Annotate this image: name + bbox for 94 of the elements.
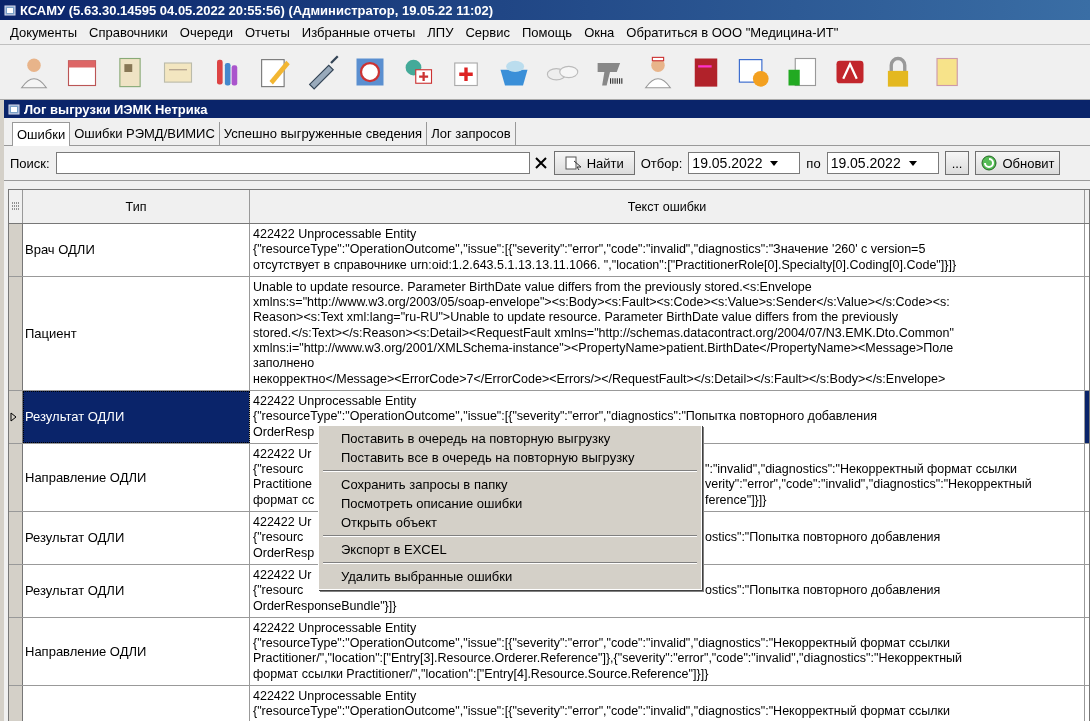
context-menu-item[interactable]: Экспорт в EXCEL — [321, 540, 699, 559]
refresh-icon — [980, 154, 999, 172]
app-window-icon — [8, 103, 20, 115]
clear-icon[interactable] — [533, 156, 548, 170]
error-text-line: xmlns:s="http://www.w3.org/2003/05/soap-envelope"><s:Body><s:Fault><s:Code><s:Value>s:Sender</s:Value></s:Code><s: — [253, 295, 950, 311]
type-cell: Результат ОДЛИ — [23, 512, 250, 564]
error-text-line: 422422 Unprocessable Entity — [253, 393, 417, 410]
error-text-line: {"resourc — [253, 530, 304, 545]
search-field[interactable] — [55, 152, 530, 174]
error-text-line: {"resourceType":"OperationOutcome","issue":[{"severity":"error","code":"invalid","diagnostics":"Некорректный формат ссылки — [253, 636, 951, 652]
window-title: КСАМУ (5.63.30.14595 04.05.2022 20:55:56) (Администратор, 19.05.22 11:02) — [20, 2, 494, 18]
context-menu-item[interactable]: Удалить выбранные ошибки — [321, 567, 699, 586]
error-text-line: {"resourc — [253, 583, 304, 598]
row-header[interactable] — [9, 686, 23, 721]
menu-item[interactable]: Документы — [4, 22, 83, 42]
menu-item[interactable]: Избранные отчеты — [295, 22, 422, 42]
error-text-line: stored.</s:Text></s:Reason><s:Detail><RequestFault xmlns="http://schemas.datacontract.org/2004/07/N3.EMK.Dto.Common" — [253, 325, 954, 342]
error-text-line: {"resourceType":"OperationOutcome","issue":[{"severity":"error","code":"invalid","diagnostics":"Значение '260' c version=5 — [253, 242, 926, 258]
error-text-line: формат ссылки Practitioner/","location":["Entry[4].Resource.Source.Reference"]}]} — [253, 666, 709, 682]
error-text-line: отсутствует в справочнике urn:oid:1.2.643.5.1.13.13.11.1066. ","location":["PractitionerRole[0].Specialty[0].Coding[0].Code"]}]} — [253, 257, 957, 273]
error-text-line: {"resourceType":"OperationOutcome","issue":[{"severity":"error","code":"invalid","diagnostics":"Некорректный формат ссылки — [253, 704, 951, 720]
type-cell: Направление ОДЛИ — [23, 617, 250, 685]
error-text-line: xmlns:i="http://www.w3.org/2001/XMLSchema-instance"><PropertyName>patient.BirthDate</PropertyName><Message>Поле — [253, 341, 954, 357]
tab[interactable]: Успешно выгруженные сведения — [219, 122, 428, 145]
range-label: по — [806, 155, 821, 171]
menu-item[interactable]: Справочники — [83, 22, 174, 42]
column-header[interactable]: Текст ошибки — [250, 190, 1085, 223]
context-menu-item[interactable]: Посмотреть описание ошибки — [321, 494, 699, 513]
error-text-line: некорректно</Message><ErrorCode>7</ErrorCode><Errors/></RequestFault></s:Detail></s:Fault></s:Body></s:Envelope> — [253, 371, 946, 387]
date-to-field[interactable]: 19.05.2022 — [826, 152, 939, 174]
error-text-line: Unable to update resource. Parameter BirthDate value differs from the previously stored.<s:Envelope — [253, 279, 812, 296]
tab[interactable]: Лог запросов — [427, 122, 516, 145]
type-cell: Направление ОДЛИ — [23, 443, 250, 512]
error-text-line: Reason><s:Text xml:lang="ru-RU">Unable to update resource. Parameter BirthDate value differs from the previously — [253, 310, 899, 326]
refresh-button[interactable]: Обновит — [975, 151, 1060, 175]
table-row[interactable] — [9, 276, 1089, 391]
context-menu-item[interactable]: Открыть объект — [321, 513, 699, 532]
find-button[interactable]: Найти — [553, 151, 635, 175]
cursor-document-icon — [564, 155, 583, 171]
date-from-field[interactable]: 19.05.2022 — [688, 152, 801, 174]
menu-item[interactable]: Обратиться в ООО "Медицина-ИТ" — [620, 22, 845, 42]
error-text-line: 422422 Ur — [253, 567, 312, 582]
error-text-line: Practitione — [253, 477, 313, 492]
error-text-line: ference"]}]} — [705, 492, 767, 509]
error-text-line: {"resourceType":"OperationOutcome","issue":[{"severity":"error","diagnostics":"Попытка повторного добавления — [253, 409, 877, 425]
error-text-line: {"resourc — [253, 462, 304, 477]
error-text-line: 422422 Unprocessable Entity — [253, 620, 417, 637]
error-text-line: ":"invalid","diagnostics":"Некорректный формат ссылки — [705, 462, 1017, 478]
error-text-line: заполнено — [253, 356, 315, 372]
filter-label: Отбор: — [640, 155, 683, 171]
row-header[interactable] — [9, 443, 23, 512]
row-pointer-icon — [9, 411, 17, 422]
row-header[interactable] — [9, 390, 23, 443]
selection-highlight — [1085, 390, 1089, 443]
error-text-line: 422422 Ur — [253, 446, 312, 461]
error-text-line: 422422 Ur — [253, 515, 312, 530]
error-text-line: ostics":"Попытка повторного добавления — [705, 530, 941, 546]
error-text-line: OrderResp — [253, 424, 315, 439]
menu-item[interactable]: Очереди — [173, 22, 239, 42]
more-button[interactable]: ... — [944, 151, 970, 175]
row-header[interactable] — [9, 512, 23, 564]
search-label: Поиск: — [10, 155, 50, 171]
error-text-line: формат сс — [253, 492, 315, 507]
error-text-line: OrderResponseBundle"}]} — [253, 598, 397, 614]
error-text-line: 422422 Unprocessable Entity — [253, 689, 417, 705]
table-row[interactable] — [9, 617, 1089, 686]
row-header[interactable] — [9, 564, 23, 617]
type-cell: Результат ОДЛИ — [23, 564, 250, 617]
error-text-line: OrderResp — [253, 545, 315, 560]
app-window-icon — [4, 4, 16, 16]
table-row[interactable] — [9, 224, 1089, 277]
row-header[interactable] — [9, 276, 23, 390]
error-text-line: 422422 Unprocessable Entity — [253, 227, 417, 243]
menu-item[interactable]: Окна — [578, 22, 621, 42]
context-menu-item[interactable]: Поставить все в очередь на повторную выгрузку — [321, 448, 699, 467]
menu-item[interactable]: Помощь — [515, 22, 579, 42]
menu-item[interactable]: Отчеты — [238, 22, 296, 42]
tab[interactable]: Ошибки — [12, 122, 71, 146]
error-text-line: ostics":"Попытка повторного добавления — [705, 583, 941, 599]
column-header[interactable]: Тип — [23, 190, 250, 223]
table-row[interactable]: 422422 Unprocessable Entity {"resourceType":"OperationOutcome","issue":[{"severity":"error","code":"invalid","diagnostics":"Некорректный формат ссылки — [9, 686, 1089, 721]
type-cell: Результат ОДЛИ — [23, 390, 250, 443]
error-text-line: Practitioner/","location":["Entry[3].Resource.Orderer.Reference"]},{"severity":"error","code":"invalid","diagnostics":"Некорректный — [253, 651, 963, 667]
context-menu-item[interactable]: Сохранить запросы в папку — [321, 475, 699, 494]
column-chooser-icon[interactable] — [11, 201, 20, 212]
row-header[interactable] — [9, 617, 23, 685]
error-text-line: verity":"error","code":"invalid","diagnostics":"Некорректный — [705, 477, 1032, 493]
type-cell: Пациент — [23, 276, 250, 390]
tab[interactable]: Ошибки РЭМД/ВИМИС — [70, 122, 220, 145]
row-header[interactable] — [9, 224, 23, 276]
type-cell: Врач ОДЛИ — [23, 224, 250, 276]
menu-item[interactable]: Сервис — [459, 22, 516, 42]
child-window-title: Лог выгрузки ИЭМК Нетрика — [24, 101, 208, 117]
menu-item[interactable]: ЛПУ — [421, 22, 460, 42]
